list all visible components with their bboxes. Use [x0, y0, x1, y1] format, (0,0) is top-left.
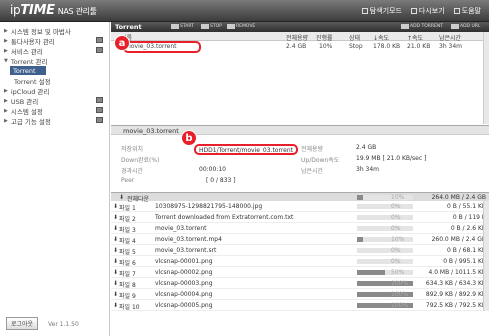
download-icon: ⬇ — [113, 214, 119, 221]
refresh-icon — [410, 8, 417, 14]
file-row[interactable]: ⬇ 파일 1 10308975-1298821795-148000.jpg 0% 0 B… — [111, 202, 489, 212]
download-icon: ⬇ — [113, 269, 119, 276]
sidebar: ▶ 시스템 정보 및 마법사 ▶ 통다사용자 관리 ▶ 서비스 관리 ▼ Torrent… — [0, 22, 110, 336]
file-row[interactable]: ⬇ 파일 5 movie_03.torrent.srt 0% 0 B / 68.1 KB — [111, 246, 489, 256]
triangle-right-icon: ▶ — [4, 27, 8, 34]
detail-title: movie_03.torrent — [123, 127, 179, 135]
torrent-toolbar: Torrent START STOP REMOVE ADD TORRENT AD… — [111, 22, 489, 32]
download-icon: ⬇ — [119, 194, 125, 201]
sidebar-item-torrent-settings[interactable]: Torrent 설정 — [14, 76, 51, 86]
triangle-right-icon: ▶ — [4, 117, 8, 124]
progress-fill — [357, 237, 363, 242]
file-progress-bar — [357, 237, 413, 242]
logout-button[interactable]: 로그아웃 — [6, 317, 39, 330]
shortcut-icon[interactable] — [96, 37, 103, 43]
help-icon — [453, 8, 460, 14]
add-url-button[interactable]: ADD URL — [451, 24, 480, 29]
shortcut-icon[interactable] — [96, 107, 103, 113]
triangle-right-icon: ▶ — [4, 37, 8, 44]
checkbox-icon — [361, 8, 368, 14]
sidebar-item-advanced[interactable]: ▶ 고급 기능 설정 — [4, 116, 51, 126]
file-progress-bar — [357, 215, 413, 220]
add-icon — [401, 24, 409, 29]
sidebar-item-torrent-main[interactable]: Torrent — [10, 66, 46, 75]
play-icon — [171, 24, 179, 29]
link-icon — [451, 24, 459, 29]
torrent-title: Torrent — [115, 23, 142, 31]
remove-icon — [227, 24, 235, 29]
shortcut-icon[interactable] — [96, 97, 103, 103]
file-row[interactable]: ⬇ 파일 10 vlcsnap-00005.png 100% 792.5 KB / 79… — [111, 301, 489, 311]
file-row[interactable]: ⬇ 파일 6 vlcsnap-00001.png 0% 0 B / 995.1 KB — [111, 257, 489, 267]
download-icon: ⬇ — [113, 291, 119, 298]
file-list-scrollbar[interactable] — [483, 201, 489, 311]
sidebar-item-torrent[interactable]: ▼ Torrent 관리 — [4, 56, 47, 66]
file-progress-bar — [357, 226, 413, 231]
triangle-right-icon: ▶ — [4, 107, 8, 114]
shortcut-icon[interactable] — [96, 47, 103, 53]
download-icon: ⬇ — [113, 225, 119, 232]
file-progress-bar — [357, 204, 413, 209]
app-header: ipTIME NAS 관리툴 탐색기모드 다시보기 도움말 — [0, 0, 489, 22]
download-icon: ⬇ — [113, 258, 119, 265]
download-icon: ⬇ — [113, 247, 119, 254]
triangle-right-icon: ▶ — [4, 87, 8, 94]
add-torrent-button[interactable]: ADD TORRENT — [401, 24, 443, 29]
top-links: 탐색기모드 다시보기 도움말 — [361, 6, 481, 16]
app-logo: ipTIME NAS 관리툴 — [10, 3, 97, 18]
progress-fill — [357, 270, 385, 275]
files-header: ⬇ 전체다운 10% 264.0 MB / 2.4 GB — [111, 192, 489, 203]
triangle-right-icon: ▶ — [4, 47, 8, 54]
sidebar-item-ipcloud[interactable]: ▶ ipCloud 관리 — [4, 86, 49, 96]
detail-header: movie_03.torrent — [111, 125, 489, 135]
download-icon: ⬇ — [113, 236, 119, 243]
download-icon: ⬇ — [113, 302, 119, 309]
download-icon: ⬇ — [113, 203, 119, 210]
refresh-link[interactable]: 다시보기 — [410, 6, 445, 16]
sidebar-item-users[interactable]: ▶ 통다사용자 관리 — [4, 36, 55, 46]
stop-icon — [201, 24, 209, 29]
remove-button[interactable]: REMOVE — [227, 24, 255, 29]
file-row[interactable]: ⬇ 파일 4 movie_03.torrent.mp4 10% 260.0 MB / 2… — [111, 235, 489, 245]
version-label: Ver 1.1.50 — [48, 321, 79, 328]
torrent-list-scrollbar[interactable] — [483, 32, 489, 124]
progress-fill — [357, 195, 363, 200]
callout-badge-b: b — [181, 130, 197, 146]
download-icon: ⬇ — [113, 280, 119, 287]
callout-box-b — [194, 144, 298, 155]
file-row[interactable]: ⬇ 파일 7 vlcsnap-00002.png 50% 4.0 MB / 1011.5… — [111, 268, 489, 278]
torrent-table-header: 이름 전체용량 진행률 상태 ↓속도 ↑속도 남은시간 — [111, 32, 489, 42]
file-progress-bar — [357, 270, 413, 275]
stop-button[interactable]: STOP — [201, 24, 222, 29]
sidebar-item-system-info[interactable]: ▶ 시스템 정보 및 마법사 — [4, 26, 71, 36]
shortcut-icon[interactable] — [96, 117, 103, 123]
help-link[interactable]: 도움말 — [453, 6, 481, 16]
sidebar-item-system-settings[interactable]: ▶ 시스템 설정 — [4, 106, 43, 116]
sidebar-item-services[interactable]: ▶ 서비스 관리 — [4, 46, 43, 56]
triangle-right-icon: ▶ — [4, 97, 8, 104]
file-row[interactable]: ⬇ 파일 2 Torrent downloaded from Extratorren… — [111, 213, 489, 223]
triangle-down-icon: ▼ — [4, 57, 8, 64]
sidebar-item-usb[interactable]: ▶ USB 관리 — [4, 96, 38, 106]
start-button[interactable]: START — [171, 24, 194, 29]
total-progress-bar — [357, 195, 413, 200]
main-panel: Torrent START STOP REMOVE ADD TORRENT AD… — [111, 22, 489, 336]
file-row[interactable]: ⬇ 파일 3 movie_03.torrent 0% 0 B / 2.6 KB — [111, 224, 489, 234]
file-progress-bar — [357, 248, 413, 253]
file-progress-bar — [357, 259, 413, 264]
file-row[interactable]: ⬇ 파일 8 vlcsnap-00003.png 100% 634.3 KB / 634… — [111, 279, 489, 289]
file-row[interactable]: ⬇ 파일 9 vlcsnap-00004.png 100% 892.9 KB / 892… — [111, 290, 489, 300]
callout-box-a — [123, 41, 201, 53]
callout-badge-a: a — [114, 35, 130, 51]
explorer-mode-link[interactable]: 탐색기모드 — [361, 6, 402, 16]
